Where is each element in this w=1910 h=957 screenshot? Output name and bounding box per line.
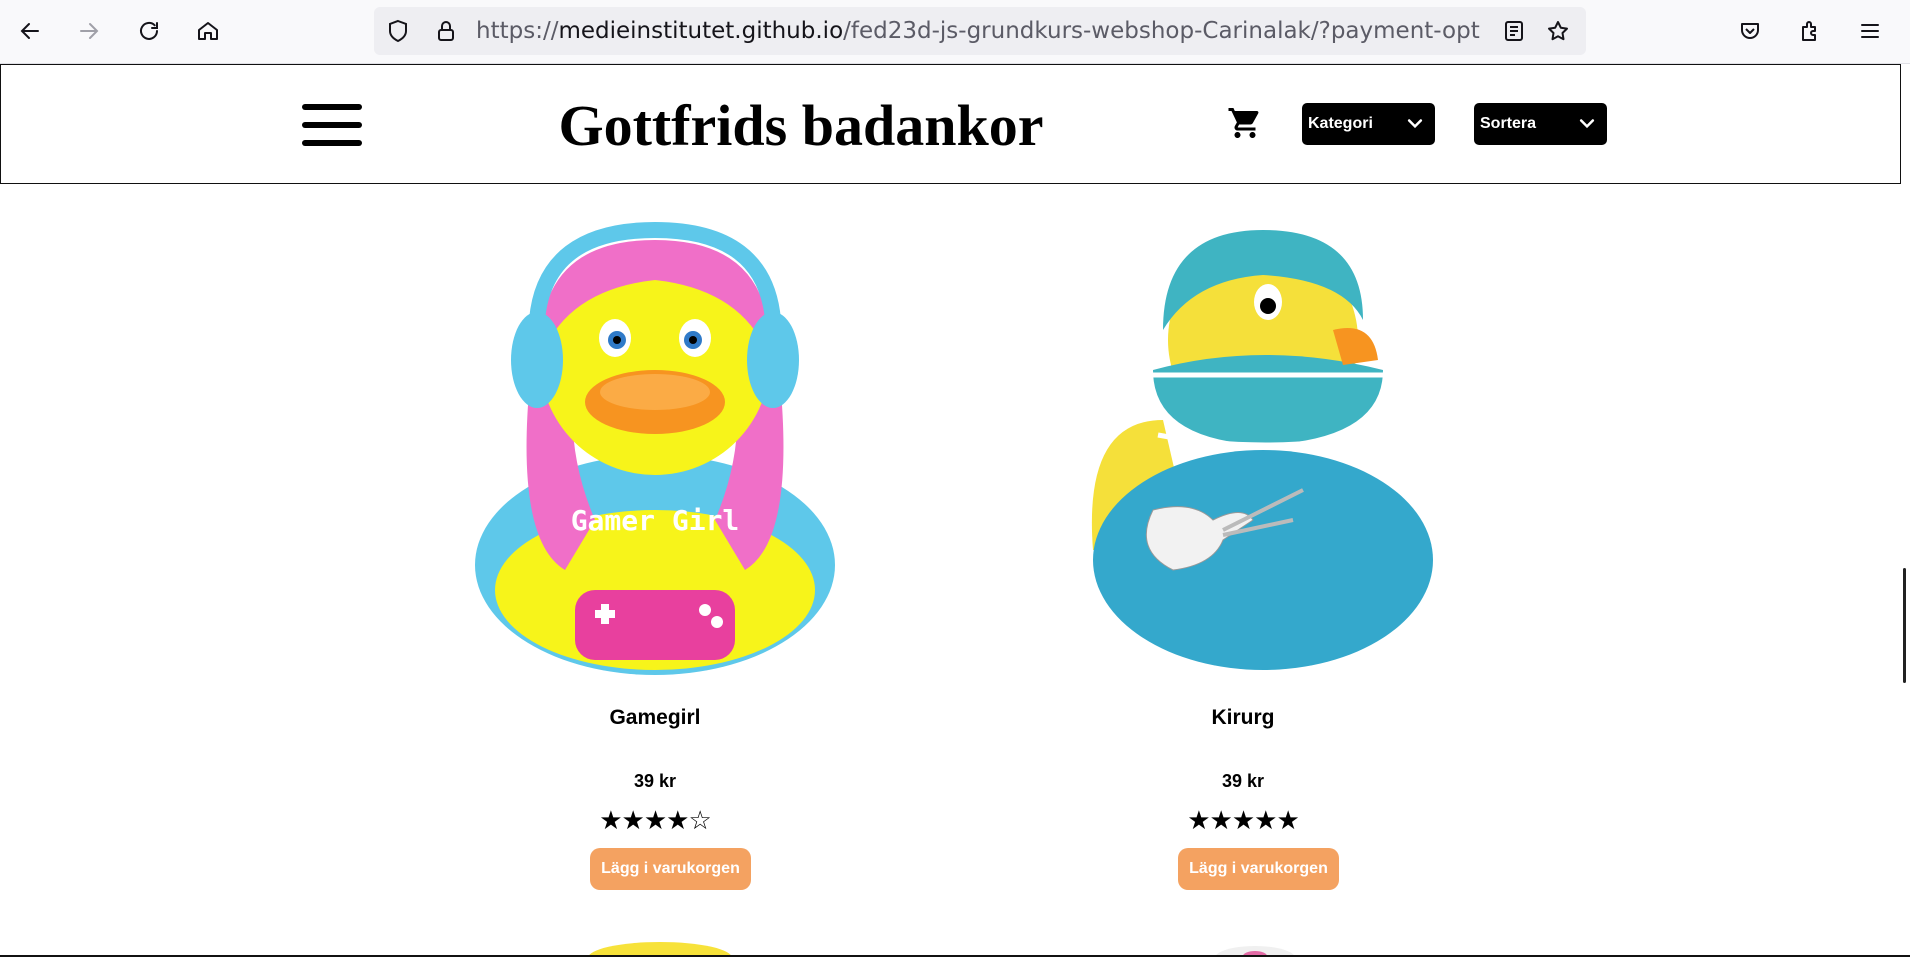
lock-icon[interactable] [434, 19, 458, 43]
scrollbar[interactable] [1903, 568, 1906, 683]
back-icon[interactable] [12, 13, 48, 49]
site-header: Gottfrids badankor Kategori Sortera [0, 64, 1901, 184]
hamburger-menu-icon[interactable] [302, 104, 362, 146]
reload-icon[interactable] [131, 13, 167, 49]
kategori-label: Kategori [1308, 115, 1373, 132]
shopping-cart-icon[interactable] [1227, 105, 1263, 141]
address-bar[interactable]: https://medieinstitutet.github.io/fed23d… [374, 7, 1586, 55]
menu-icon[interactable] [1852, 13, 1888, 49]
site-title: Gottfrids badankor [558, 93, 1044, 158]
add-to-cart-button[interactable]: Lägg i varukorgen [1178, 848, 1339, 890]
product-image-gamegirl[interactable]: Gamer Girl [455, 220, 855, 680]
extensions-icon[interactable] [1792, 13, 1828, 49]
product-price: 39 kr [633, 771, 677, 791]
chevron-down-icon [1407, 119, 1423, 129]
bookmark-star-icon[interactable] [1546, 19, 1570, 43]
sortera-dropdown[interactable]: Sortera [1474, 103, 1607, 145]
star-rating: ★★★★★ [1187, 806, 1300, 836]
product-card: Kirurg 39 kr ★★★★★ Lägg i varukorgen [1013, 220, 1473, 890]
shirt-text: Gamer Girl [571, 504, 740, 537]
url-text: https://medieinstitutet.github.io/fed23d… [476, 18, 1481, 44]
sortera-label: Sortera [1480, 115, 1537, 132]
product-image-peek [588, 942, 732, 957]
product-price: 39 kr [1221, 771, 1265, 791]
kategori-dropdown[interactable]: Kategori [1302, 103, 1435, 145]
chevron-down-icon [1579, 119, 1595, 129]
product-image-peek [1215, 946, 1295, 957]
product-name: Kirurg [1211, 706, 1275, 729]
reader-view-icon[interactable] [1502, 19, 1526, 43]
home-icon[interactable] [190, 13, 226, 49]
product-image-kirurg[interactable] [1043, 220, 1443, 680]
star-rating: ★★★★☆ [599, 806, 712, 836]
pocket-icon[interactable] [1732, 13, 1768, 49]
product-card: Gamer Girl Gamegirl 39 kr ★★★★☆ Lägg i v… [425, 220, 885, 890]
add-to-cart-button[interactable]: Lägg i varukorgen [590, 848, 751, 890]
forward-icon[interactable] [71, 13, 107, 49]
product-name: Gamegirl [609, 706, 701, 729]
browser-toolbar: https://medieinstitutet.github.io/fed23d… [0, 0, 1910, 64]
shield-icon[interactable] [386, 19, 410, 43]
